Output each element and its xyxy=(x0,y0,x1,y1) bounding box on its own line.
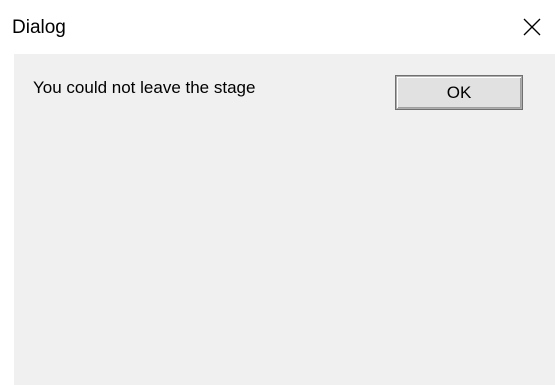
close-button[interactable] xyxy=(509,0,555,54)
dialog-message: You could not leave the stage xyxy=(33,78,256,97)
close-icon xyxy=(523,18,541,36)
dialog-body: You could not leave the stage OK xyxy=(14,54,555,385)
window-title: Dialog xyxy=(12,17,66,38)
ok-button[interactable]: OK xyxy=(395,75,523,110)
title-bar[interactable]: Dialog xyxy=(0,0,555,54)
dialog-window: Dialog You could not leave the stage OK xyxy=(0,0,555,385)
